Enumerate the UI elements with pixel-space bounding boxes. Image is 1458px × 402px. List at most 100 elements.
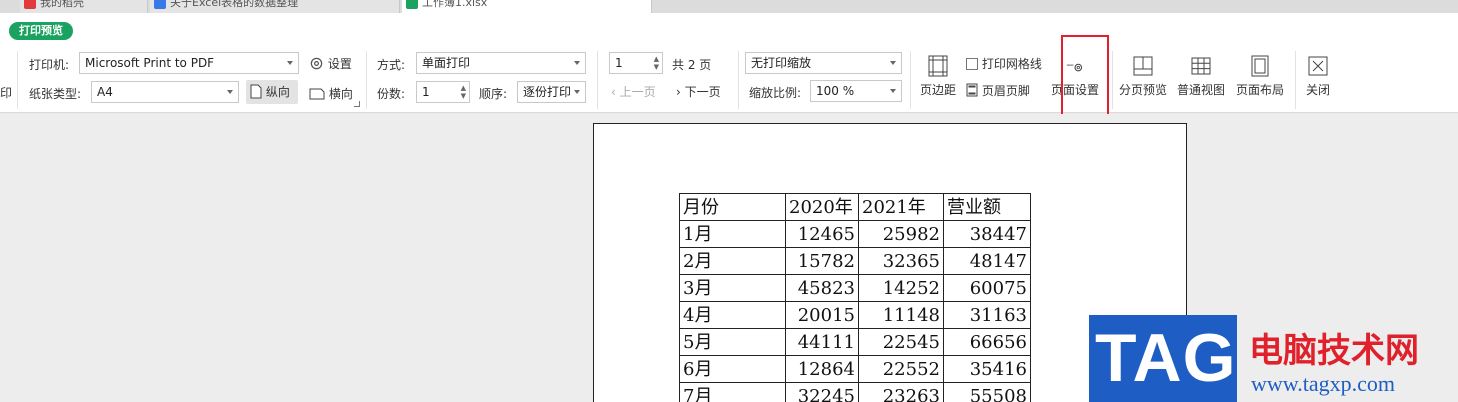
- tag-logo: TAG: [1089, 315, 1237, 402]
- divider: [1295, 51, 1296, 109]
- stepper-arrows-icon[interactable]: ▲ ▼: [654, 55, 659, 71]
- close-preview-button[interactable]: 关闭: [1302, 55, 1334, 98]
- watermark-url: www.tagxp.com: [1251, 371, 1395, 396]
- month-cell: 7月: [679, 382, 786, 402]
- table-header-row: 月份 2020年 2021年 营业额: [679, 193, 1031, 221]
- landscape-button[interactable]: 横向: [309, 85, 353, 102]
- value-cell: 32365: [858, 247, 944, 275]
- page-break-icon: [1133, 56, 1153, 76]
- paper-size-select[interactable]: A4: [91, 81, 239, 103]
- value-cell: 66656: [943, 328, 1031, 356]
- page-layout-button[interactable]: 页面布局: [1235, 55, 1285, 98]
- divider: [597, 51, 598, 109]
- page-layout-icon: [1251, 55, 1269, 77]
- value-cell: 60075: [943, 274, 1031, 302]
- tab-workbook[interactable]: 工作簿1.xlsx: [402, 0, 652, 13]
- month-cell: 3月: [679, 274, 786, 302]
- value-cell: 14252: [858, 274, 944, 302]
- next-page-button[interactable]: › 下一页: [676, 83, 721, 100]
- print-scaling-select[interactable]: 无打印缩放: [745, 52, 902, 74]
- value-cell: 48147: [943, 247, 1031, 275]
- header-cell: 2021年: [858, 193, 944, 221]
- normal-view-button[interactable]: 普通视图: [1176, 55, 1226, 98]
- divider: [1112, 51, 1113, 109]
- order-label: 顺序:: [479, 87, 508, 101]
- page-number-stepper[interactable]: 1 ▲ ▼: [609, 52, 663, 74]
- watermark-title: 电脑技术网: [1249, 331, 1419, 371]
- cut-off-label[interactable]: 印: [0, 84, 12, 101]
- doc-icon: [154, 0, 166, 9]
- month-cell: 5月: [679, 328, 786, 356]
- total-pages-label: 共 2 页: [672, 58, 712, 72]
- printer-label: 打印机:: [29, 58, 70, 72]
- checkbox-icon: [966, 58, 978, 70]
- printer-settings-button[interactable]: 设置: [309, 55, 352, 72]
- table-row: 1月 12465 25982 38447: [679, 220, 1031, 248]
- value-cell: 35416: [943, 355, 1031, 383]
- margins-button[interactable]: 页边距: [918, 55, 958, 98]
- table-row: 4月 20015 11148 31163: [679, 301, 1031, 329]
- chevron-down-icon: [227, 90, 233, 94]
- docer-icon: [24, 0, 36, 9]
- gear-icon: [310, 57, 323, 70]
- portrait-page-icon: [250, 84, 262, 99]
- print-preview-ribbon: 印 打印机: Microsoft Print to PDF 设置 纸张类型: A…: [0, 47, 1458, 113]
- month-cell: 4月: [679, 301, 786, 329]
- group-expand-icon[interactable]: [354, 101, 360, 107]
- printer-select[interactable]: Microsoft Print to PDF: [79, 52, 299, 74]
- chevron-down-icon: [890, 61, 896, 65]
- value-cell: 12465: [785, 220, 859, 248]
- zoom-label: 缩放比例:: [749, 86, 802, 100]
- site-watermark: TAG 电脑技术网 www.tagxp.com: [1089, 315, 1458, 402]
- month-cell: 2月: [679, 247, 786, 275]
- print-preview-tab[interactable]: 打印预览: [9, 22, 73, 40]
- tab-docer[interactable]: 我的稻壳: [20, 0, 148, 13]
- value-cell: 22552: [858, 355, 944, 383]
- portrait-button[interactable]: 纵向: [246, 80, 298, 104]
- value-cell: 32245: [785, 382, 859, 402]
- table-row: 6月 12864 22552 35416: [679, 355, 1031, 383]
- stepper-arrows-icon[interactable]: ▲ ▼: [461, 84, 466, 100]
- close-icon: [1308, 56, 1328, 76]
- chevron-right-icon: ›: [676, 85, 681, 99]
- value-cell: 23263: [858, 382, 944, 402]
- collate-order-select[interactable]: 逐份打印: [517, 81, 586, 103]
- chevron-down-icon: [890, 89, 896, 93]
- prev-page-button[interactable]: ‹ 上一页: [611, 83, 656, 100]
- value-cell: 45823: [785, 274, 859, 302]
- divider: [366, 51, 367, 109]
- print-gridlines-checkbox[interactable]: 打印网格线: [966, 55, 1042, 72]
- chevron-left-icon: ‹: [611, 85, 616, 99]
- divider: [910, 51, 911, 109]
- page-break-preview-button[interactable]: 分页预览: [1118, 55, 1168, 98]
- table-row: 5月 44111 22545 66656: [679, 328, 1031, 356]
- copies-stepper[interactable]: 1 ▲ ▼: [416, 81, 470, 103]
- value-cell: 38447: [943, 220, 1031, 248]
- header-cell: 营业额: [943, 193, 1031, 221]
- sales-table: 月份 2020年 2021年 营业额 1月 12465 25982 38447 …: [679, 193, 1031, 402]
- header-cell: 月份: [679, 193, 786, 221]
- value-cell: 31163: [943, 301, 1031, 329]
- table-row: 2月 15782 32365 48147: [679, 247, 1031, 275]
- landscape-page-icon: [309, 88, 325, 100]
- month-cell: 6月: [679, 355, 786, 383]
- print-mode-select[interactable]: 单面打印: [416, 52, 586, 74]
- value-cell: 15782: [785, 247, 859, 275]
- chevron-down-icon: [287, 61, 293, 65]
- header-cell: 2020年: [785, 193, 859, 221]
- header-footer-button[interactable]: 页眉页脚: [966, 82, 1030, 99]
- value-cell: 11148: [858, 301, 944, 329]
- divider: [17, 51, 18, 109]
- mode-label: 方式:: [377, 58, 406, 72]
- sheet-icon: [406, 0, 418, 9]
- value-cell: 44111: [785, 328, 859, 356]
- grid-icon: [1191, 57, 1211, 75]
- value-cell: 25982: [858, 220, 944, 248]
- zoom-select[interactable]: 100 %: [810, 80, 902, 102]
- tab-bar: 我的稻壳 关于Excel表格的数据整理 工作簿1.xlsx: [0, 0, 1458, 13]
- value-cell: 20015: [785, 301, 859, 329]
- month-cell: 1月: [679, 220, 786, 248]
- value-cell: 12864: [785, 355, 859, 383]
- tab-document[interactable]: 关于Excel表格的数据整理: [150, 0, 400, 13]
- divider: [738, 51, 739, 109]
